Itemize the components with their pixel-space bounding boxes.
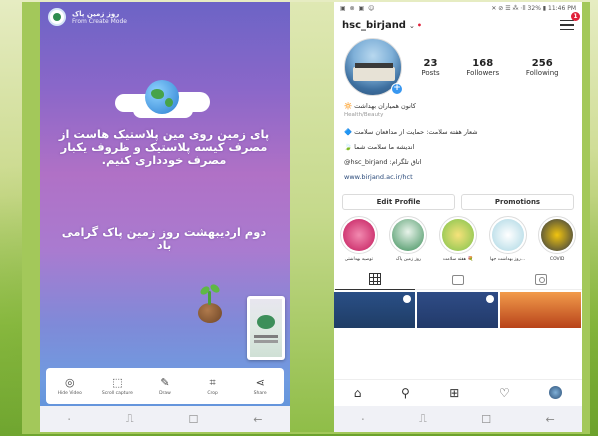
edit-profile-button[interactable]: Edit Profile: [342, 194, 455, 210]
heart-icon[interactable]: ♡: [499, 386, 510, 400]
bio-website-link[interactable]: www.birjand.ac.ir/hct: [344, 173, 572, 181]
hide-video-button[interactable]: ◎ Hide Video: [48, 375, 92, 396]
highlight-item[interactable]: هفته سلامت 💐: [437, 216, 479, 262]
story-screen: روز زمین پاک From Create Mode پای زمین ر…: [40, 2, 290, 432]
highlight-item[interactable]: روز زمین پاک: [388, 216, 430, 262]
share-button[interactable]: ⋖ Share: [238, 375, 282, 396]
screenshot-thumbnail[interactable]: [247, 296, 285, 360]
share-icon: ⋖: [255, 375, 265, 389]
recents-icon[interactable]: ⎍: [126, 412, 134, 426]
highlight-item[interactable]: توصیه بهداشتی: [338, 216, 380, 262]
search-icon[interactable]: ⚲: [401, 386, 410, 400]
instagram-bottom-nav: ⌂ ⚲ ⊞ ♡: [334, 379, 582, 405]
following-count[interactable]: 256 Following: [526, 58, 559, 77]
carousel-icon: [486, 295, 494, 303]
chevron-down-icon: ⌄: [408, 21, 415, 30]
profile-bio: کانون همیاران بهداشت 🔆 Health/Beauty شعا…: [334, 98, 582, 192]
earth-icon: [145, 80, 179, 114]
tab-tagged[interactable]: [501, 270, 581, 290]
story-avatar[interactable]: [48, 8, 66, 26]
highlight-cover: [541, 219, 574, 251]
tagged-icon: [534, 274, 547, 285]
home-icon[interactable]: ☐: [481, 413, 491, 426]
back-icon[interactable]: ←: [253, 413, 262, 426]
story-text-message: پای زمین روی مین پلاستیک هاست از مصرف کی…: [58, 127, 270, 167]
background-strip: [290, 2, 334, 432]
posts-count[interactable]: 23 Posts: [421, 58, 439, 77]
scroll-capture-button[interactable]: ⬚ Scroll capture: [95, 375, 139, 396]
profile-tabs: [334, 270, 582, 290]
recents-icon[interactable]: ⎍: [419, 412, 427, 426]
story-text-earth-day: دوم اردیبهشت روز زمین پاک گرامی باد: [61, 225, 267, 252]
highlight-item[interactable]: COVID: [536, 216, 578, 262]
menu-icon[interactable]: 1: [560, 12, 580, 30]
menu-dot-icon[interactable]: ⋅: [361, 413, 365, 426]
bio-category: Health/Beauty: [344, 112, 384, 118]
highlight-cover: [491, 219, 524, 251]
scroll-capture-icon: ⬚: [112, 375, 123, 389]
carousel-icon: [403, 295, 411, 303]
post-thumbnail[interactable]: [417, 292, 498, 328]
username: hsc_birjand: [342, 19, 406, 31]
grid-icon: [369, 273, 382, 285]
igtv-icon: [451, 274, 464, 285]
highlight-cover: [441, 219, 474, 251]
crop-icon: ⌗: [209, 375, 216, 389]
profile-screen: ▣ ⊗ ▣ ☺ ✕ ⊘ ☰ ⁂ ⋅ll 32% ▮ 11:46 PM hsc_b…: [334, 2, 582, 432]
home-icon[interactable]: ☐: [189, 413, 199, 426]
add-story-icon[interactable]: +: [391, 83, 403, 95]
story-username[interactable]: روز زمین پاک: [72, 10, 127, 18]
back-icon[interactable]: ←: [546, 413, 555, 426]
draw-button[interactable]: ✎ Draw: [143, 375, 187, 396]
draw-icon: ✎: [160, 375, 170, 389]
profile-header: hsc_birjand ⌄ • 1: [334, 12, 582, 36]
notification-badge: 1: [571, 12, 580, 21]
bio-name: کانون همیاران بهداشت 🔆: [344, 102, 417, 110]
tab-grid[interactable]: [335, 270, 416, 290]
followers-count[interactable]: 168 Followers: [466, 58, 499, 77]
status-bar: ▣ ⊗ ▣ ☺ ✕ ⊘ ☰ ⁂ ⋅ll 32% ▮ 11:46 PM: [334, 2, 582, 14]
profile-summary: + 23 Posts 168 Followers 256 Following: [334, 36, 582, 98]
promotions-button[interactable]: Promotions: [461, 194, 574, 210]
story-header: روز زمین پاک From Create Mode: [48, 8, 127, 26]
bio-telegram[interactable]: @hsc_birjand :اتاق تلگرام: [344, 158, 572, 166]
add-post-icon[interactable]: ⊞: [449, 386, 459, 400]
screenshot-toolbar: ◎ Hide Video ⬚ Scroll capture ✎ Draw ⌗ C…: [46, 368, 284, 404]
highlight-cover: [392, 219, 425, 251]
story-meta: روز زمین پاک From Create Mode: [72, 10, 127, 25]
bio-line: اندیشه ما سلامت شما 🍃: [344, 143, 415, 151]
bio-line: شعار هفته سلامت: حمایت از مدافعان سلامت …: [344, 128, 478, 136]
account-switcher[interactable]: hsc_birjand ⌄ •: [342, 20, 422, 31]
avatar[interactable]: +: [344, 38, 403, 96]
highlight-cover: [342, 219, 375, 251]
sprout-icon: [196, 283, 224, 325]
tab-igtv[interactable]: [418, 270, 498, 290]
status-icons-left: ▣ ⊗ ▣ ☺: [340, 4, 376, 12]
android-nav-bar: ⋅ ⎍ ☐ ←: [334, 406, 582, 432]
crop-button[interactable]: ⌗ Crop: [191, 375, 235, 396]
post-thumbnail[interactable]: [334, 292, 415, 328]
status-icons-right: ✕ ⊘ ☰ ⁂ ⋅ll 32% ▮ 11:46 PM: [491, 4, 576, 12]
story-highlights: توصیه بهداشتی روز زمین پاک هفته سلامت 💐 …: [334, 210, 582, 262]
home-icon[interactable]: ⌂: [354, 386, 362, 400]
profile-tab-avatar[interactable]: [549, 386, 563, 399]
notification-dot: •: [416, 20, 422, 30]
story-mode-label: From Create Mode: [72, 17, 127, 25]
android-nav-bar: ⋅ ⎍ ☐ ←: [40, 406, 290, 432]
post-thumbnail[interactable]: [500, 292, 581, 328]
hide-icon: ◎: [64, 375, 75, 389]
earth-cloud-illustration: [115, 76, 210, 126]
profile-actions: Edit Profile Promotions: [334, 194, 582, 210]
highlight-item[interactable]: روز بهداشت جها...: [487, 216, 529, 262]
menu-dot-icon[interactable]: ⋅: [67, 413, 71, 426]
profile-stats: 23 Posts 168 Followers 256 Following: [408, 58, 572, 77]
posts-grid: [334, 292, 582, 328]
